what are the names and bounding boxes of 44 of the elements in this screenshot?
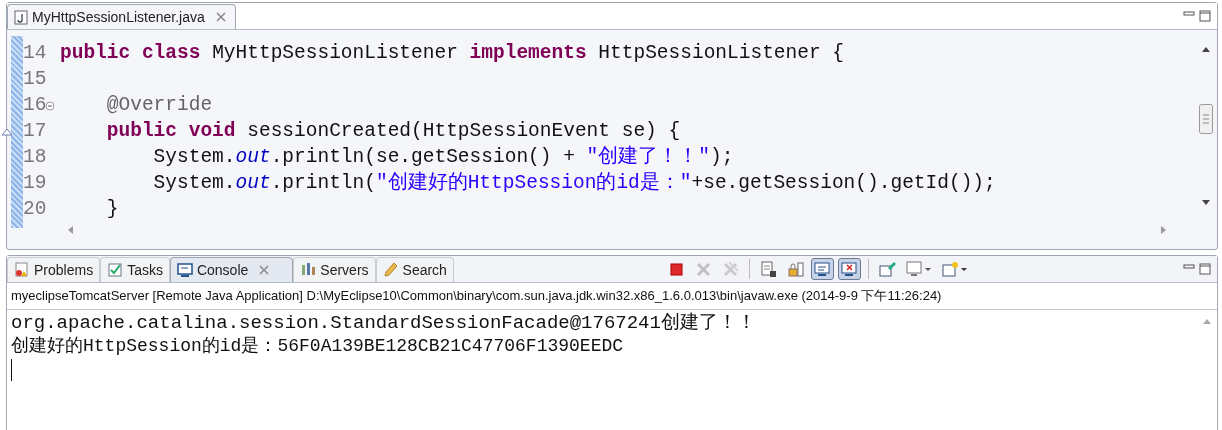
stop-icon [668, 260, 686, 278]
view-tab[interactable]: Console [169, 257, 294, 282]
scroll-right-icon[interactable] [1161, 226, 1167, 234]
console-error-icon [841, 260, 859, 278]
console-output-line: 创建好的HttpSession的id是：56F0A139BE128CB21C47706F1390EEDC [11, 335, 624, 358]
console-output-button[interactable] [811, 258, 835, 280]
fold-icon[interactable] [45, 101, 57, 111]
remove-icon [695, 260, 713, 278]
console-error-button[interactable] [838, 258, 862, 280]
maximize-icon[interactable] [1199, 10, 1211, 22]
scroll-left-icon[interactable] [67, 226, 73, 234]
java-file-icon [14, 9, 28, 25]
code-line: 18 System.out.println(se.getSession() + "创建了！！"); [23, 144, 734, 170]
view-tab[interactable]: Servers [293, 257, 376, 282]
view-tab[interactable]: Problems [7, 257, 101, 282]
scroll-thumb[interactable] [1199, 104, 1213, 134]
close-icon[interactable] [214, 11, 227, 23]
process-description: myeclipseTomcatServer [Remote Java Application] D:\MyEclipse10\Common\binary\com.sun.java.jdk.win32.x86_1.6.0.013\bin\javaw.exe (2014-9-9 下午11:26:24) [11, 288, 942, 303]
bar-icon [300, 262, 317, 278]
console-output-line: org.apache.catalina.session.StandardSessionFacade@1767241创建了！！ [11, 312, 756, 335]
lock-icon [787, 260, 805, 278]
monitor-icon [176, 262, 193, 278]
code-line: 16 @Override [23, 93, 213, 118]
console-output-icon [814, 260, 832, 278]
code-line: 15 [23, 67, 48, 92]
scroll-down-icon[interactable] [1202, 200, 1210, 206]
editor-tab[interactable]: MyHttpSessionListener.java [7, 4, 236, 29]
view-tab[interactable]: Tasks [100, 257, 170, 282]
code-line: 14 public class MyHttpSessionListener implements HttpSessionListener { [23, 41, 845, 66]
text-cursor [11, 359, 12, 381]
problems-icon [14, 262, 30, 278]
code-line: 19 System.out.println("创建好的HttpSession的id是："+se.getSession().getId()); [23, 170, 996, 196]
close-icon[interactable] [258, 264, 271, 276]
view-tab[interactable]: Search [375, 257, 454, 282]
code-line: 17 public void sessionCreated(HttpSessionEvent se) { [23, 118, 681, 144]
clear-console-icon [760, 260, 778, 278]
maximize-icon[interactable] [1199, 263, 1211, 275]
checklist-icon [107, 262, 124, 278]
scroll-up-icon[interactable] [1202, 46, 1210, 52]
new-console-icon [942, 260, 969, 278]
remove-all-icon [722, 260, 740, 278]
monitor-icon [906, 260, 933, 278]
code-line: 20 } [23, 197, 119, 222]
pin-icon [879, 260, 897, 278]
